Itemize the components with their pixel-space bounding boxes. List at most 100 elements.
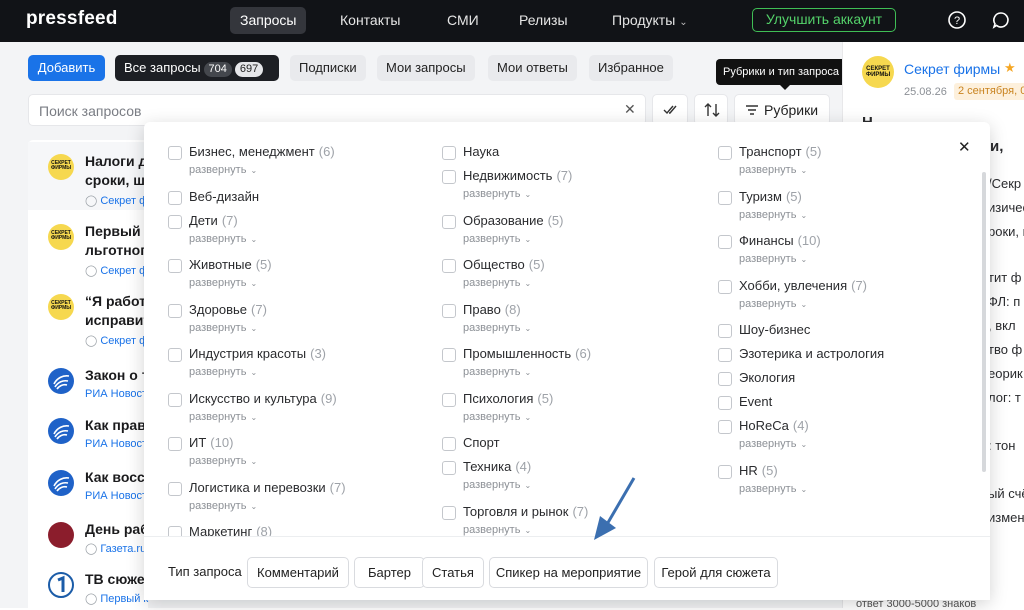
request-text-line: ФЛ: п [988, 294, 1021, 309]
category-checkbox[interactable] [168, 214, 182, 229]
category-checkbox[interactable] [168, 481, 182, 496]
all-requests-button[interactable]: Все запросы 704 697 [115, 55, 279, 81]
category-checkbox[interactable] [718, 279, 732, 294]
category-name: HoReCa [739, 418, 789, 433]
expand-link[interactable]: развернуть ⌄ [739, 253, 807, 265]
publisher-name[interactable]: Секрет фирмы [904, 61, 1000, 77]
expand-link[interactable]: развернуть ⌄ [739, 209, 807, 221]
category-checkbox[interactable] [442, 392, 456, 407]
request-title[interactable]: Как прав [85, 416, 146, 435]
category-checkbox[interactable] [718, 235, 732, 249]
category-checkbox[interactable] [718, 324, 732, 338]
type-hero-button[interactable]: Герой для сюжета [654, 557, 778, 588]
request-title[interactable]: исправит [85, 311, 150, 330]
request-title[interactable]: ТВ сюже [85, 570, 145, 589]
nav-releases[interactable]: Релизы [509, 7, 578, 34]
request-title[interactable]: Как восст [85, 468, 152, 487]
close-icon[interactable]: ✕ [958, 138, 971, 156]
expand-link[interactable]: развернуть ⌄ [739, 298, 807, 310]
expand-link[interactable]: развернуть ⌄ [189, 411, 257, 423]
expand-link[interactable]: развернуть ⌄ [189, 455, 257, 467]
category-label: Бизнес, менеджмент (6) [189, 144, 335, 159]
request-title[interactable]: сроки, шт [85, 171, 152, 190]
clear-icon[interactable]: ✕ [624, 101, 636, 118]
expand-link[interactable]: развернуть ⌄ [739, 438, 807, 450]
avatar [48, 418, 74, 444]
request-title[interactable]: День раб [85, 520, 149, 539]
category-checkbox[interactable] [442, 461, 456, 475]
expand-label: развернуть [739, 482, 797, 495]
expand-link[interactable]: развернуть ⌄ [463, 277, 531, 289]
expand-link[interactable]: развернуть ⌄ [189, 500, 257, 512]
expand-link[interactable]: развернуть ⌄ [739, 483, 807, 495]
category-checkbox[interactable] [442, 437, 456, 451]
category-checkbox[interactable] [442, 146, 456, 160]
request-source[interactable]: ◯ Первый к [85, 592, 148, 605]
tab-my-requests[interactable]: Мои запросы [377, 55, 475, 81]
tab-subscriptions[interactable]: Подписки [290, 55, 366, 81]
expand-label: развернуть [189, 499, 247, 512]
expand-link[interactable]: развернуть ⌄ [463, 366, 531, 378]
avatar [48, 470, 74, 496]
expand-link[interactable]: развернуть ⌄ [463, 322, 531, 334]
request-source[interactable]: РИА Новост [85, 388, 147, 400]
expand-link[interactable]: развернуть ⌄ [189, 233, 257, 245]
category-checkbox[interactable] [442, 214, 456, 229]
category-checkbox[interactable] [168, 146, 182, 160]
category-checkbox[interactable] [718, 464, 732, 479]
category-checkbox[interactable] [442, 303, 456, 318]
expand-link[interactable]: развернуть ⌄ [189, 366, 257, 378]
nav-contacts[interactable]: Контакты [330, 7, 410, 34]
category-checkbox[interactable] [168, 259, 182, 273]
upgrade-account-button[interactable]: Улучшить аккаунт [752, 8, 896, 32]
type-barter-button[interactable]: Бартер [354, 557, 425, 588]
expand-link[interactable]: развернуть ⌄ [189, 322, 257, 334]
expand-link[interactable]: развернуть ⌄ [739, 164, 807, 176]
star-icon[interactable]: ★ [1004, 60, 1016, 76]
expand-link[interactable]: развернуть ⌄ [463, 411, 531, 423]
expand-link[interactable]: развернуть ⌄ [463, 188, 531, 200]
nav-requests[interactable]: Запросы [230, 7, 307, 34]
category-name: Event [739, 394, 773, 409]
category-checkbox[interactable] [718, 146, 732, 160]
request-source[interactable]: РИА Новост [85, 490, 147, 502]
category-checkbox[interactable] [718, 190, 732, 205]
category-checkbox[interactable] [442, 505, 456, 520]
category-checkbox[interactable] [442, 259, 456, 273]
type-comment-button[interactable]: Комментарий [247, 557, 349, 588]
expand-link[interactable]: развернуть ⌄ [189, 164, 257, 176]
chevron-down-icon: ⌄ [800, 255, 808, 264]
category-checkbox[interactable] [442, 170, 456, 184]
expand-link[interactable]: развернуть ⌄ [463, 479, 531, 491]
category-checkbox[interactable] [168, 190, 182, 205]
category-checkbox[interactable] [718, 348, 732, 362]
expand-link[interactable]: развернуть ⌄ [463, 233, 531, 245]
expand-link[interactable]: развернуть ⌄ [463, 524, 531, 536]
category-checkbox[interactable] [718, 396, 732, 410]
request-title[interactable]: Первый а [85, 222, 152, 241]
category-name: Дети [189, 212, 218, 228]
category-checkbox[interactable] [168, 392, 182, 407]
type-speaker-button[interactable]: Спикер на мероприятие [489, 557, 648, 588]
category-checkbox[interactable] [718, 420, 732, 434]
tab-favorites[interactable]: Избранное [589, 55, 673, 81]
category-checkbox[interactable] [718, 372, 732, 386]
request-source[interactable]: ◯ Газета.ru [85, 542, 146, 555]
nav-products[interactable]: Продукты ⌄ [602, 7, 698, 34]
category-checkbox[interactable] [442, 348, 456, 362]
request-source[interactable]: РИА Новост [85, 438, 147, 450]
chat-icon[interactable] [991, 10, 1011, 30]
category-checkbox[interactable] [168, 303, 182, 318]
request-title[interactable]: Закон о т [85, 366, 149, 385]
scrollbar[interactable] [982, 172, 986, 472]
request-title[interactable]: Налоги д [85, 152, 147, 171]
nav-media[interactable]: СМИ [437, 7, 489, 34]
category-checkbox[interactable] [168, 348, 182, 362]
logo[interactable]: pressfeed [26, 8, 118, 30]
type-article-button[interactable]: Статья [422, 557, 484, 588]
tab-my-answers[interactable]: Мои ответы [488, 55, 577, 81]
help-icon[interactable]: ? [947, 10, 967, 30]
add-button[interactable]: Добавить [28, 55, 105, 81]
expand-link[interactable]: развернуть ⌄ [189, 277, 257, 289]
category-checkbox[interactable] [168, 437, 182, 451]
